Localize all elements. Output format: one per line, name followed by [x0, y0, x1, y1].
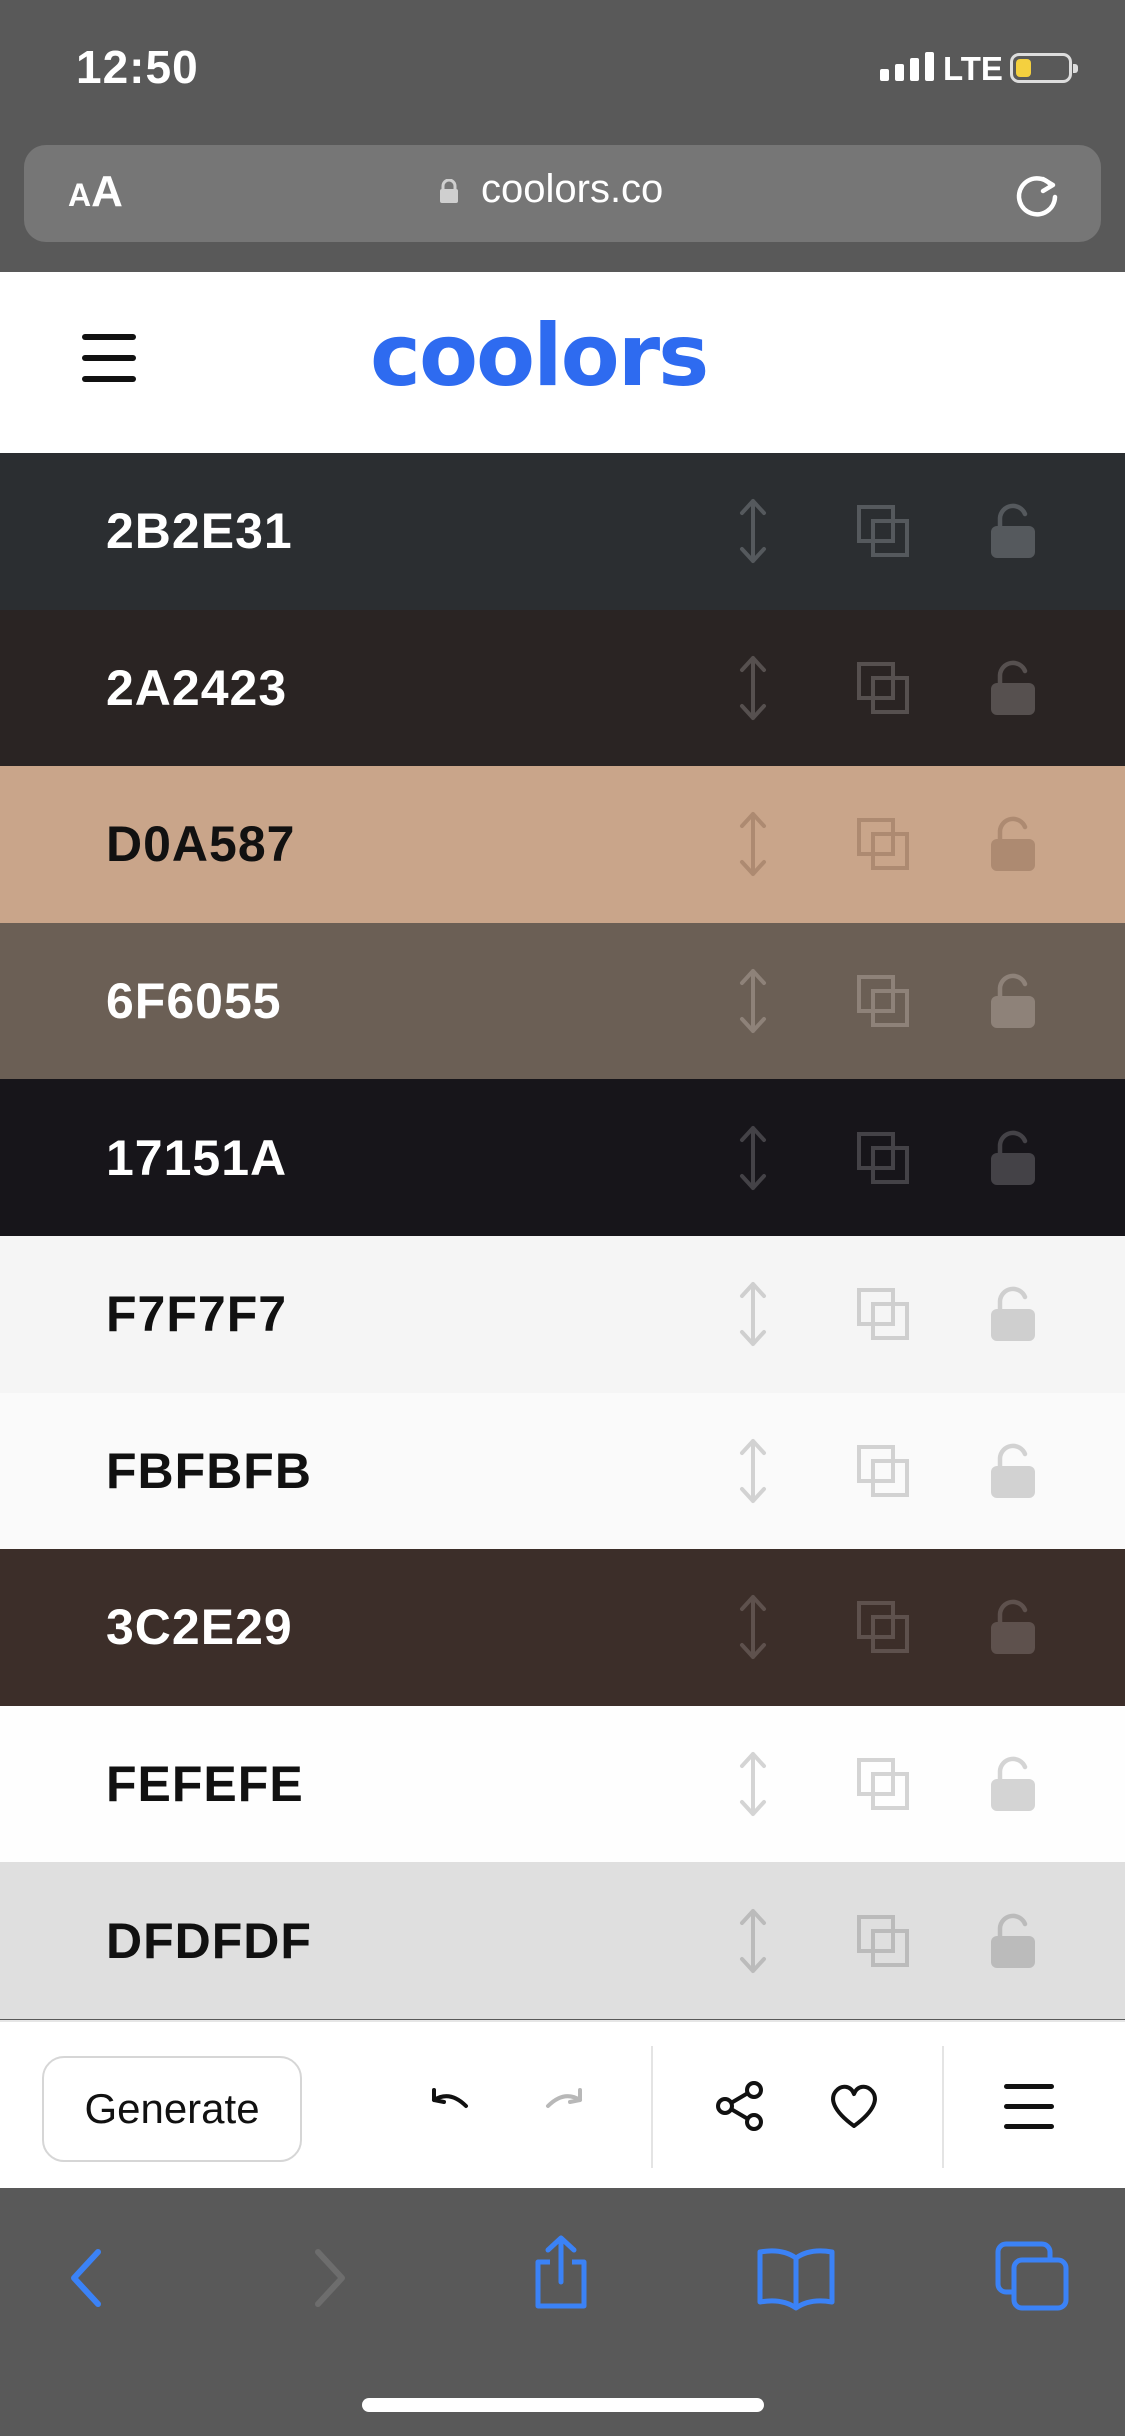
- palette-row[interactable]: 3C2E29: [0, 1549, 1125, 1706]
- unlocked-icon[interactable]: [988, 1285, 1038, 1343]
- drag-icon[interactable]: [736, 1591, 770, 1663]
- copy-icon[interactable]: [856, 974, 910, 1028]
- drag-icon[interactable]: [736, 1435, 770, 1507]
- color-hex-code[interactable]: 3C2E29: [106, 1598, 293, 1656]
- palette-list: 2B2E31 2A2423 D0A587 6F6055 17151A F7F7F…: [0, 453, 1125, 2019]
- drag-icon[interactable]: [736, 965, 770, 1037]
- palette-row[interactable]: F7F7F7: [0, 1235, 1125, 1393]
- toolbar-divider: [942, 2046, 944, 2168]
- palette-row[interactable]: D0A587: [0, 766, 1125, 923]
- coolors-logo[interactable]: coolors: [370, 306, 709, 406]
- color-hex-code[interactable]: 6F6055: [106, 972, 282, 1030]
- share-sheet-icon[interactable]: [528, 2234, 594, 2310]
- copy-icon[interactable]: [856, 817, 910, 871]
- battery-icon: [1010, 53, 1078, 83]
- color-hex-code[interactable]: D0A587: [106, 815, 295, 873]
- menu-icon[interactable]: [82, 334, 136, 384]
- back-icon[interactable]: [64, 2246, 110, 2310]
- status-time: 12:50: [76, 41, 199, 93]
- copy-icon[interactable]: [856, 661, 910, 715]
- palette-row[interactable]: 17151A: [0, 1079, 1125, 1236]
- unlocked-icon[interactable]: [988, 1129, 1038, 1187]
- copy-icon[interactable]: [856, 1287, 910, 1341]
- copy-icon[interactable]: [856, 1131, 910, 1185]
- color-hex-code[interactable]: FBFBFB: [106, 1442, 312, 1500]
- text-size-button[interactable]: AA: [68, 167, 123, 217]
- color-hex-code[interactable]: FEFEFE: [106, 1755, 304, 1813]
- site-header: coolors: [0, 272, 1125, 453]
- drag-icon[interactable]: [736, 1905, 770, 1977]
- tabs-icon[interactable]: [994, 2240, 1070, 2312]
- unlocked-icon[interactable]: [988, 1755, 1038, 1813]
- url-text[interactable]: coolors.co: [481, 167, 663, 212]
- status-bar: 12:50 LTE AA coolors.co: [0, 0, 1125, 272]
- drag-icon[interactable]: [736, 1748, 770, 1820]
- more-menu-icon[interactable]: [1002, 2080, 1056, 2134]
- bookmarks-icon[interactable]: [756, 2246, 836, 2312]
- heart-icon[interactable]: [824, 2076, 884, 2136]
- unlocked-icon[interactable]: [988, 972, 1038, 1030]
- color-hex-code[interactable]: 2A2423: [106, 659, 287, 717]
- drag-icon[interactable]: [736, 652, 770, 724]
- toolbar-divider: [651, 2046, 653, 2168]
- palette-row[interactable]: 2B2E31: [0, 453, 1125, 610]
- palette-row[interactable]: 2A2423: [0, 609, 1125, 767]
- home-indicator: [362, 2398, 764, 2412]
- drag-icon[interactable]: [736, 495, 770, 567]
- color-hex-code[interactable]: 17151A: [106, 1129, 287, 1187]
- undo-icon[interactable]: [420, 2076, 478, 2134]
- reload-icon[interactable]: [1009, 165, 1065, 221]
- action-toolbar: Generate: [0, 2020, 1125, 2190]
- drag-icon[interactable]: [736, 808, 770, 880]
- unlocked-icon[interactable]: [988, 1442, 1038, 1500]
- color-hex-code[interactable]: DFDFDF: [106, 1912, 312, 1970]
- unlocked-icon[interactable]: [988, 659, 1038, 717]
- drag-icon[interactable]: [736, 1278, 770, 1350]
- palette-row[interactable]: DFDFDF: [0, 1862, 1125, 2019]
- unlocked-icon[interactable]: [988, 815, 1038, 873]
- color-hex-code[interactable]: F7F7F7: [106, 1285, 287, 1343]
- drag-icon[interactable]: [736, 1122, 770, 1194]
- unlocked-icon[interactable]: [988, 502, 1038, 560]
- lock-icon: [440, 179, 458, 203]
- copy-icon[interactable]: [856, 1600, 910, 1654]
- unlocked-icon[interactable]: [988, 1598, 1038, 1656]
- palette-row[interactable]: FEFEFE: [0, 1705, 1125, 1863]
- copy-icon[interactable]: [856, 1914, 910, 1968]
- text-size-small: A: [68, 177, 92, 213]
- palette-row[interactable]: 6F6055: [0, 922, 1125, 1080]
- copy-icon[interactable]: [856, 1444, 910, 1498]
- signal-icon: [880, 52, 934, 81]
- color-hex-code[interactable]: 2B2E31: [106, 502, 293, 560]
- redo-icon[interactable]: [536, 2076, 594, 2134]
- forward-icon[interactable]: [306, 2246, 352, 2310]
- copy-icon[interactable]: [856, 1757, 910, 1811]
- browser-nav-bar: [0, 2188, 1125, 2436]
- generate-button[interactable]: Generate: [42, 2056, 302, 2162]
- address-bar[interactable]: AA coolors.co: [24, 145, 1101, 242]
- text-size-large: A: [91, 167, 123, 216]
- unlocked-icon[interactable]: [988, 1912, 1038, 1970]
- palette-row[interactable]: FBFBFB: [0, 1392, 1125, 1550]
- copy-icon[interactable]: [856, 504, 910, 558]
- share-icon[interactable]: [710, 2076, 770, 2136]
- network-label: LTE: [943, 50, 1003, 87]
